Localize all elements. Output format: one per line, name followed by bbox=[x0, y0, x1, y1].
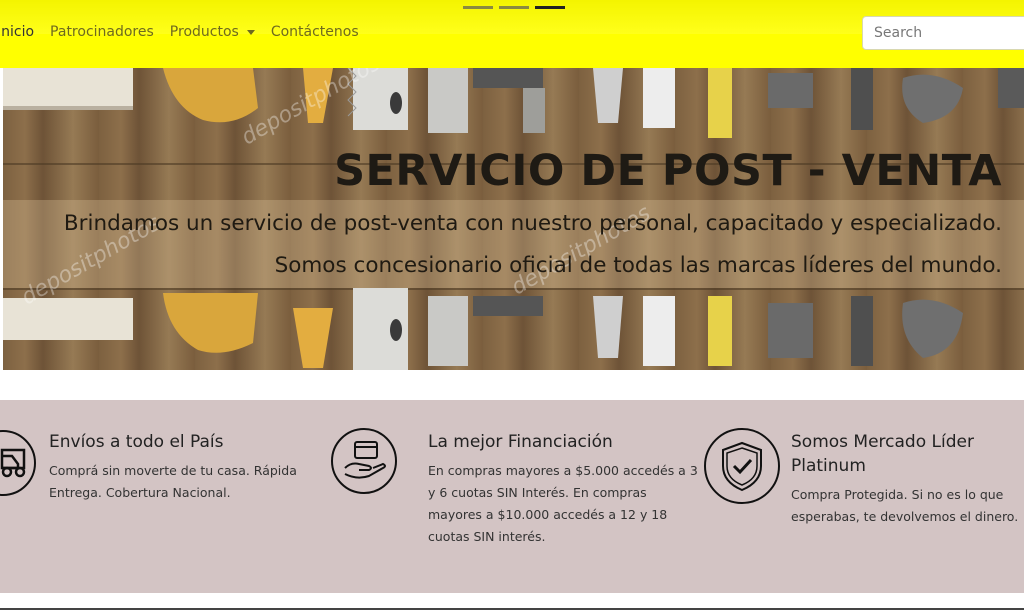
feature-title: La mejor Financiación bbox=[428, 432, 613, 452]
banner-subtitle-2: Somos concesionario oficial de todas las… bbox=[274, 253, 1002, 278]
nav-dropdown-productos-label: Productos bbox=[169, 24, 239, 40]
banner-subtitle-1: Brindamos un servicio de post-venta con … bbox=[63, 211, 1002, 236]
feature-text: Compra Protegida. Si no es lo que espera… bbox=[791, 487, 1019, 524]
nav-link-inicio[interactable]: Inicio bbox=[0, 24, 34, 40]
feature-text: En compras mayores a $5.000 accedés a 3 … bbox=[428, 463, 698, 544]
hero-banner: depositphotos depositphotos depositphoto… bbox=[3, 68, 1024, 370]
feature-title: Somos Mercado Líder Platinum bbox=[791, 432, 974, 476]
feature-text: Comprá sin moverte de tu casa. Rápida En… bbox=[49, 463, 297, 500]
caret-down-icon bbox=[246, 29, 255, 35]
footer-divider bbox=[0, 608, 1024, 610]
banner-title: SERVICIO DE POST - VENTA bbox=[334, 146, 1002, 196]
carousel-indicator-2[interactable] bbox=[499, 6, 529, 9]
carousel-indicator-1[interactable] bbox=[463, 6, 493, 9]
nav-link-patrocinadores[interactable]: Patrocinadores bbox=[50, 24, 154, 40]
nav-links: Inicio Patrocinadores Productos Contácte… bbox=[0, 24, 375, 40]
carousel-indicator-3[interactable] bbox=[535, 6, 565, 9]
top-navbar: Inicio Patrocinadores Productos Contácte… bbox=[0, 0, 1024, 68]
nav-dropdown-productos[interactable]: Productos bbox=[170, 24, 255, 40]
carousel-indicators bbox=[463, 6, 565, 9]
card-hand-icon bbox=[331, 428, 397, 494]
nav-link-contactenos[interactable]: Contáctenos bbox=[271, 24, 359, 40]
truck-icon bbox=[0, 430, 36, 496]
shield-check-icon bbox=[704, 428, 780, 504]
feature-title: Envíos a todo el País bbox=[49, 432, 224, 452]
features-section: Envíos a todo el País Comprá sin moverte… bbox=[0, 400, 1024, 593]
search-input[interactable] bbox=[862, 16, 1024, 50]
